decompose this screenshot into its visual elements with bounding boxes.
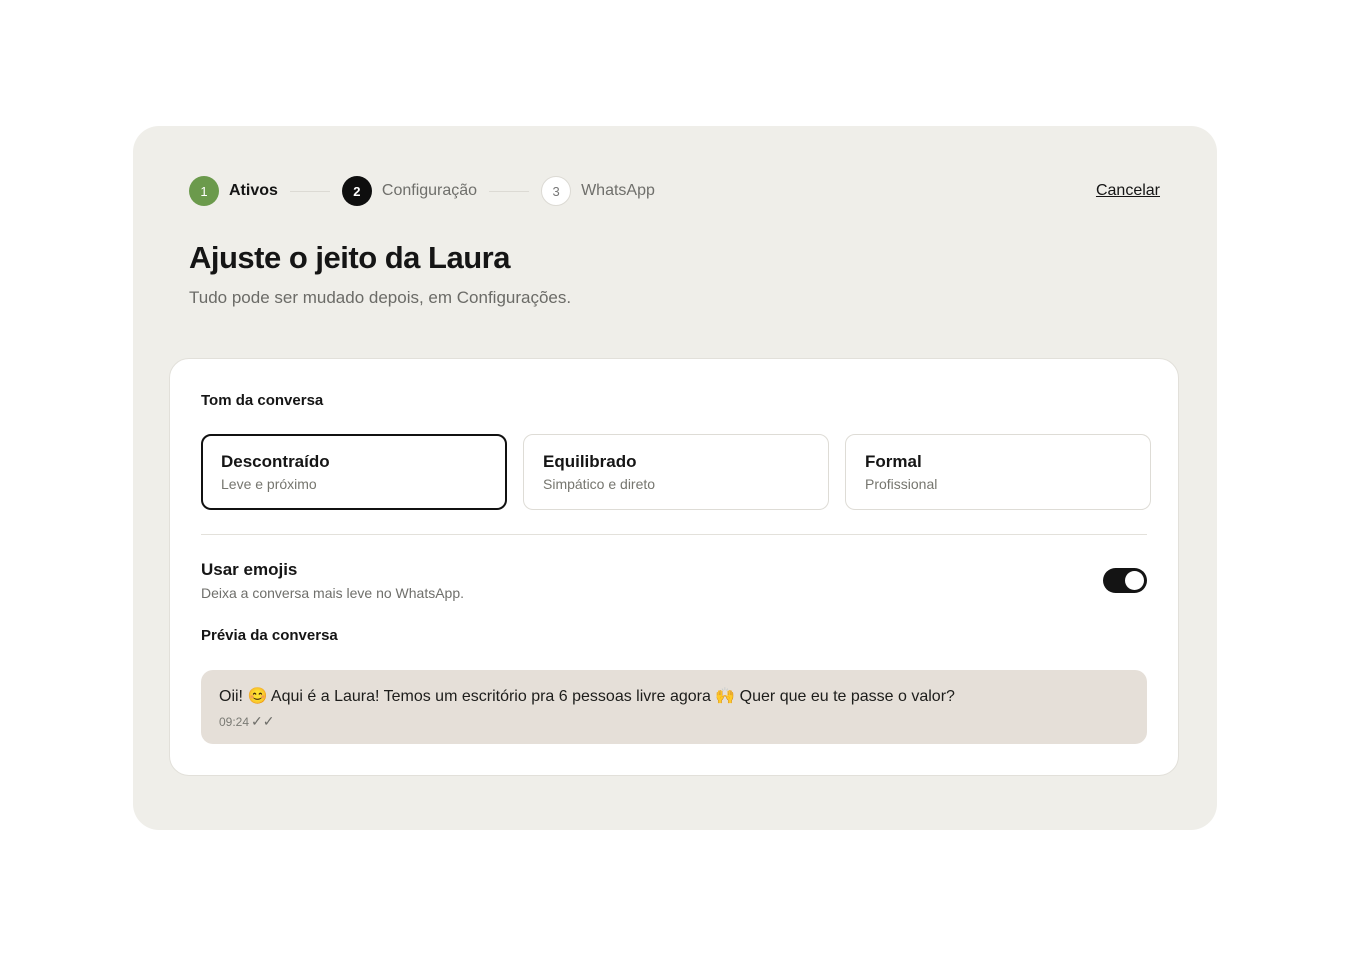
- page-title: Ajuste o jeito da Laura: [189, 240, 510, 275]
- step-whatsapp[interactable]: 3 WhatsApp: [541, 176, 655, 206]
- tone-option-descontraido[interactable]: Descontraído Leve e próximo: [201, 434, 507, 510]
- stepper: 1 Ativos 2 Configuração 3 WhatsApp: [189, 175, 655, 207]
- tone-option-description: Leve e próximo: [221, 476, 317, 492]
- emoji-setting-description: Deixa a conversa mais leve no WhatsApp.: [201, 585, 465, 601]
- tone-option-formal[interactable]: Formal Profissional: [845, 434, 1151, 510]
- settings-card: Tom da conversa Descontraído Leve e próx…: [169, 358, 1179, 776]
- step-label-configuracao: Configuração: [381, 182, 478, 199]
- preview-message-time: 09:24: [219, 714, 250, 729]
- tone-option-description: Profissional: [865, 476, 938, 492]
- step-label-ativos: Ativos: [229, 182, 278, 199]
- step-configuracao[interactable]: 2 Configuração: [341, 176, 478, 206]
- tone-option-description: Simpático e direto: [543, 476, 656, 492]
- tone-option-title: Descontraído: [221, 452, 330, 471]
- step-number-1: 1: [189, 176, 219, 206]
- preview-message-meta: 09:24 ✓✓: [219, 713, 1129, 730]
- divider: [201, 534, 1147, 535]
- tone-option-title: Equilibrado: [543, 452, 637, 471]
- preview-message-bubble: Oii! 😊 Aqui é a Laura! Temos um escritór…: [201, 670, 1147, 744]
- step-number-3: 3: [541, 176, 572, 206]
- cancel-link[interactable]: Cancelar: [1096, 182, 1160, 200]
- double-check-icon: ✓✓: [251, 713, 275, 729]
- preview-section-label: Prévia da conversa: [201, 627, 338, 644]
- step-ativos[interactable]: 1 Ativos: [189, 176, 278, 206]
- tone-section-label: Tom da conversa: [201, 392, 324, 409]
- onboarding-panel: 1 Ativos 2 Configuração 3 WhatsApp Cance…: [133, 126, 1217, 830]
- preview-message-text: Oii! 😊 Aqui é a Laura! Temos um escritór…: [219, 688, 955, 705]
- step-label-whatsapp: WhatsApp: [581, 182, 655, 199]
- tone-option-equilibrado[interactable]: Equilibrado Simpático e direto: [523, 434, 829, 510]
- tone-options: Descontraído Leve e próximo Equilibrado …: [201, 434, 1151, 510]
- tone-option-title: Formal: [865, 452, 922, 471]
- step-connector: [489, 190, 530, 192]
- toggle-knob: [1125, 571, 1144, 590]
- emoji-toggle[interactable]: [1103, 568, 1147, 593]
- step-connector: [289, 190, 330, 192]
- emoji-setting-title: Usar emojis: [201, 560, 298, 579]
- page-subtitle: Tudo pode ser mudado depois, em Configur…: [189, 288, 572, 307]
- step-number-2: 2: [341, 176, 372, 206]
